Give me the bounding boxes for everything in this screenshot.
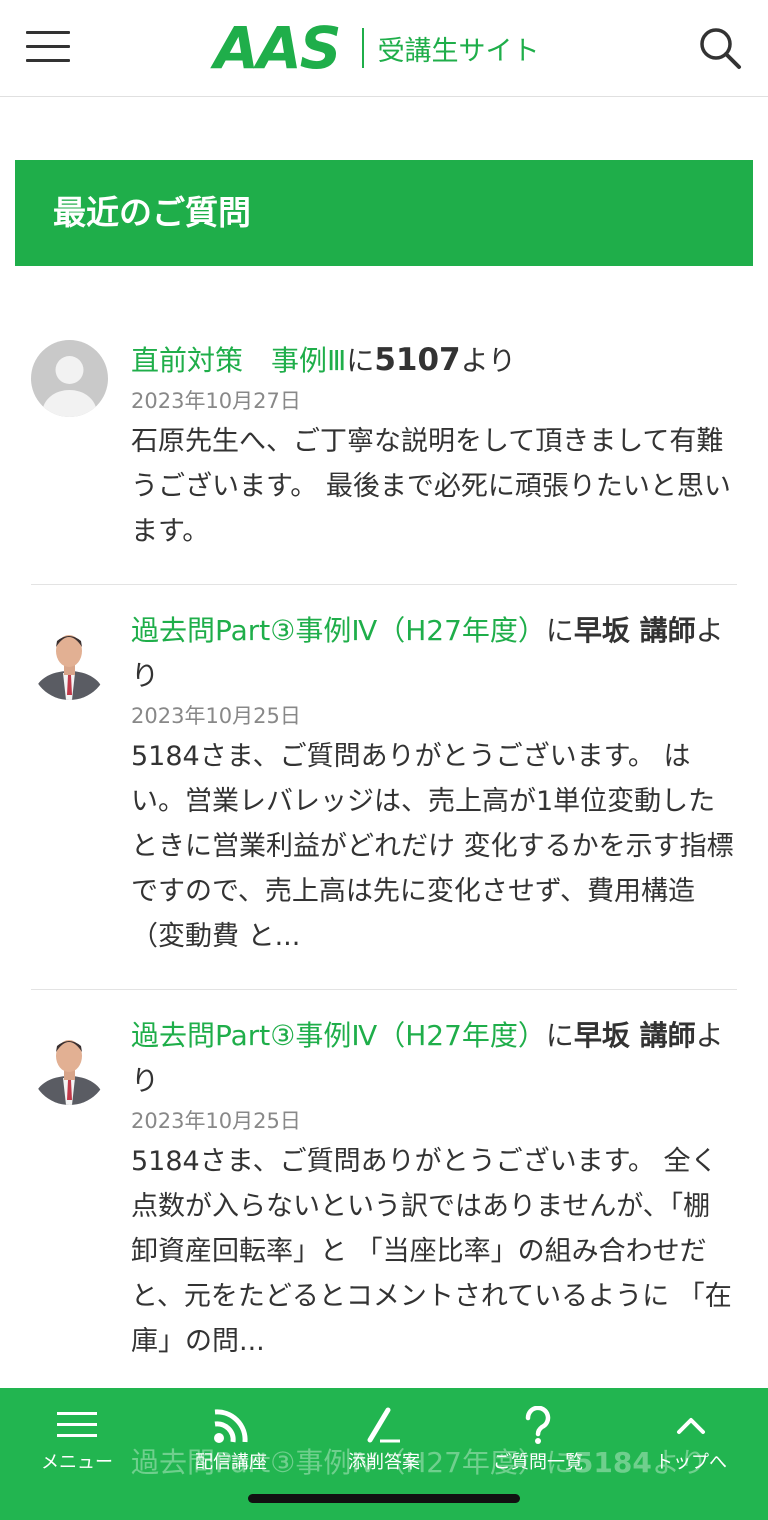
default-avatar-icon <box>31 340 108 417</box>
instructor-avatar-icon <box>31 623 108 700</box>
logo-subtitle: 受講生サイト <box>377 35 540 67</box>
site-logo[interactable]: AAS 受講生サイト <box>214 14 540 82</box>
rss-icon <box>211 1406 251 1444</box>
nav-correction-label: 添削答案 <box>348 1452 420 1473</box>
question-heading: 過去問Part③事例Ⅳ（H27年度）に早坂 講師より <box>131 608 737 698</box>
menu-icon[interactable] <box>26 31 70 63</box>
nav-top[interactable]: トップへ <box>614 1388 768 1488</box>
author-name: 5107 <box>374 342 461 378</box>
question-date: 2023年10月25日 <box>131 1109 301 1133</box>
connector-text: に <box>545 1019 574 1052</box>
question-heading: 直前対策 事例Ⅲに5107より <box>131 338 737 383</box>
question-body: 5184さま、ご質問ありがとうございます。 はい。営業レバレッジは、売上高が1単… <box>131 741 734 952</box>
app-header: AAS 受講生サイト <box>0 0 768 97</box>
section-title: 最近のご質問 <box>15 160 753 266</box>
logo-divider <box>361 28 364 68</box>
search-icon[interactable] <box>698 26 742 70</box>
question-mark-icon <box>518 1405 558 1444</box>
course-link[interactable]: 過去問Part③事例Ⅳ（H27年度） <box>131 1019 546 1052</box>
question-list: 直前対策 事例Ⅲに5107より 2023年10月27日 石原先生へ、ご丁寧な説明… <box>31 315 737 1394</box>
question-date: 2023年10月25日 <box>131 704 301 728</box>
author-name: 早坂 講師 <box>573 1019 696 1052</box>
nav-questions-label: ご質問一覧 <box>493 1452 583 1473</box>
course-link[interactable]: 過去問Part③事例Ⅳ（H27年度） <box>131 614 546 647</box>
nav-correction[interactable]: 添削答案 <box>307 1388 461 1488</box>
pencil-icon <box>364 1406 404 1444</box>
logo-mark: AAS <box>214 14 342 82</box>
nav-menu[interactable]: メニュー <box>0 1388 154 1488</box>
question-heading: 過去問Part③事例Ⅳ（H27年度）に早坂 講師より <box>131 1013 737 1103</box>
nav-stream[interactable]: 配信講座 <box>154 1388 308 1488</box>
suffix-text: より <box>460 344 517 377</box>
list-item[interactable]: 過去問Part③事例Ⅳ（H27年度）に早坂 講師より 2023年10月25日 5… <box>31 990 737 1394</box>
nav-questions[interactable]: ご質問一覧 <box>461 1388 615 1488</box>
nav-top-label: トップへ <box>655 1452 727 1473</box>
nav-menu-label: メニュー <box>41 1452 113 1473</box>
connector-text: に <box>346 344 375 377</box>
nav-stream-label: 配信講座 <box>195 1452 267 1473</box>
home-indicator[interactable] <box>248 1494 520 1503</box>
question-body: 石原先生へ、ご丁寧な説明をして頂きまして有難うございます。 最後まで必死に頑張り… <box>131 426 731 547</box>
question-date: 2023年10月27日 <box>131 389 301 413</box>
instructor-avatar-icon <box>31 1028 108 1105</box>
list-item[interactable]: 直前対策 事例Ⅲに5107より 2023年10月27日 石原先生へ、ご丁寧な説明… <box>31 315 737 585</box>
menu-lines-icon <box>57 1406 97 1444</box>
list-item[interactable]: 過去問Part③事例Ⅳ（H27年度）に早坂 講師より 2023年10月25日 5… <box>31 585 737 990</box>
author-name: 早坂 講師 <box>573 614 696 647</box>
connector-text: に <box>545 614 574 647</box>
chevron-up-icon <box>671 1406 711 1444</box>
course-link[interactable]: 直前対策 事例Ⅲ <box>131 344 346 377</box>
question-body: 5184さま、ご質問ありがとうございます。 全く点数が入らないという訳ではありま… <box>131 1146 732 1357</box>
